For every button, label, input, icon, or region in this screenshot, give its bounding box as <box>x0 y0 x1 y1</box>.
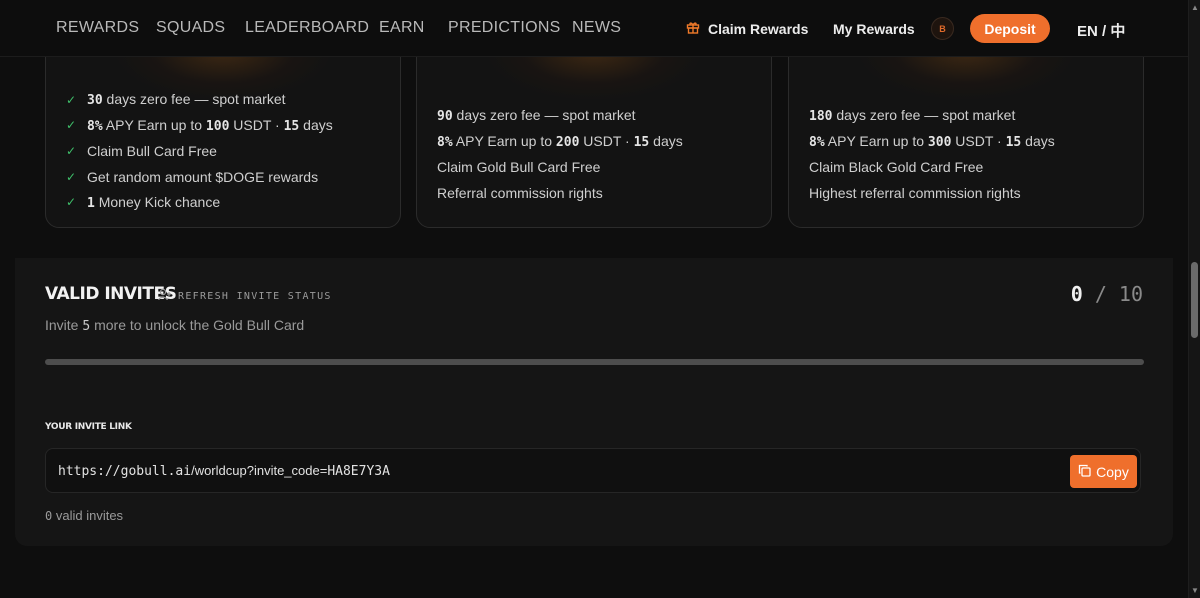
check-icon: ✓ <box>66 195 77 210</box>
nav-leaderboard[interactable]: LEADERBOARD <box>245 19 369 37</box>
tier-2-benefits: 90 days zero fee — spot market 8% APY Ea… <box>437 103 683 205</box>
check-icon: ✓ <box>66 169 77 184</box>
benefit-item: 180 days zero fee — spot market <box>809 107 1016 125</box>
benefit-item: Claim Black Gold Card Free <box>809 158 984 175</box>
benefit-item: ✓ 8% APY Earn up to 100 USDT · 15 days <box>66 116 333 134</box>
nav-predictions[interactable]: PREDICTIONS <box>448 19 561 37</box>
invites-panel: VALID INVITES REFRESH INVITE STATUS 0 / … <box>15 258 1173 546</box>
claim-rewards-button[interactable]: Claim Rewards <box>686 20 808 37</box>
benefit-item: Highest referral commission rights <box>809 184 1021 201</box>
refresh-invite-status-button[interactable]: REFRESH INVITE STATUS <box>158 288 332 304</box>
benefit-item: 90 days zero fee — spot market <box>437 107 636 125</box>
nav-rewards[interactable]: REWARDS <box>56 19 139 37</box>
copy-button[interactable]: Copy <box>1070 455 1137 488</box>
nav-squads[interactable]: SQUADS <box>156 19 225 37</box>
check-icon: ✓ <box>66 143 77 158</box>
invite-link-label: YOUR INVITE LINK <box>45 422 132 432</box>
benefit-item: ✓ Claim Bull Card Free <box>66 142 217 159</box>
tier-3-benefits: 180 days zero fee — spot market 8% APY E… <box>809 103 1055 205</box>
nav-news[interactable]: NEWS <box>572 19 621 37</box>
deposit-button[interactable]: Deposit <box>970 14 1050 43</box>
benefit-item: 8% APY Earn up to 300 USDT · 15 days <box>809 132 1055 150</box>
section-title: VALID INVITES <box>45 284 177 304</box>
benefit-item: ✓ 30 days zero fee — spot market <box>66 91 286 109</box>
benefit-item: ✓ 1 Money Kick chance <box>66 193 221 211</box>
tier-card-2: 90 days zero fee — spot market 8% APY Ea… <box>416 40 772 228</box>
valid-invites-count: 0 valid invites <box>45 508 124 523</box>
user-plus-icon <box>158 288 172 304</box>
benefit-item: ✓ Get random amount $DOGE rewards <box>66 168 319 185</box>
top-nav: REWARDS SQUADS LEADERBOARD EARN PREDICTI… <box>0 0 1188 57</box>
invite-count: 0 / 10 <box>1070 282 1143 306</box>
benefit-item: Referral commission rights <box>437 184 603 201</box>
language-toggle[interactable]: EN / 中 <box>1077 20 1125 41</box>
page-scrollbar[interactable]: ▲ ▼ <box>1188 0 1200 598</box>
scrollbar-thumb[interactable] <box>1191 262 1198 338</box>
invite-progress-bar <box>45 359 1144 365</box>
invite-link-text[interactable]: https://gobull.ai/worldcup?invite_code=H… <box>58 463 390 479</box>
tier-1-benefits: ✓ 30 days zero fee — spot market ✓ 8% AP… <box>66 87 333 215</box>
check-icon: ✓ <box>66 118 77 133</box>
benefit-item: 8% APY Earn up to 200 USDT · 15 days <box>437 132 683 150</box>
unlock-hint: Invite 5 more to unlock the Gold Bull Ca… <box>45 317 305 334</box>
tier-card-3: 180 days zero fee — spot market 8% APY E… <box>788 40 1144 228</box>
avatar[interactable]: B <box>931 17 954 40</box>
tier-card-1: ✓ 30 days zero fee — spot market ✓ 8% AP… <box>45 40 401 228</box>
check-icon: ✓ <box>66 92 77 107</box>
my-rewards-link[interactable]: My Rewards <box>833 21 915 37</box>
copy-icon <box>1078 464 1091 480</box>
invite-link-field[interactable]: https://gobull.ai/worldcup?invite_code=H… <box>45 448 1141 493</box>
copy-label: Copy <box>1096 463 1129 480</box>
benefit-item: Claim Gold Bull Card Free <box>437 158 601 175</box>
gift-icon <box>686 20 700 37</box>
claim-rewards-label: Claim Rewards <box>708 20 809 37</box>
nav-earn[interactable]: EARN <box>379 19 425 37</box>
scroll-up-arrow-icon[interactable]: ▲ <box>1191 3 1199 12</box>
scroll-down-arrow-icon[interactable]: ▼ <box>1191 586 1199 595</box>
refresh-label: REFRESH INVITE STATUS <box>178 290 332 302</box>
